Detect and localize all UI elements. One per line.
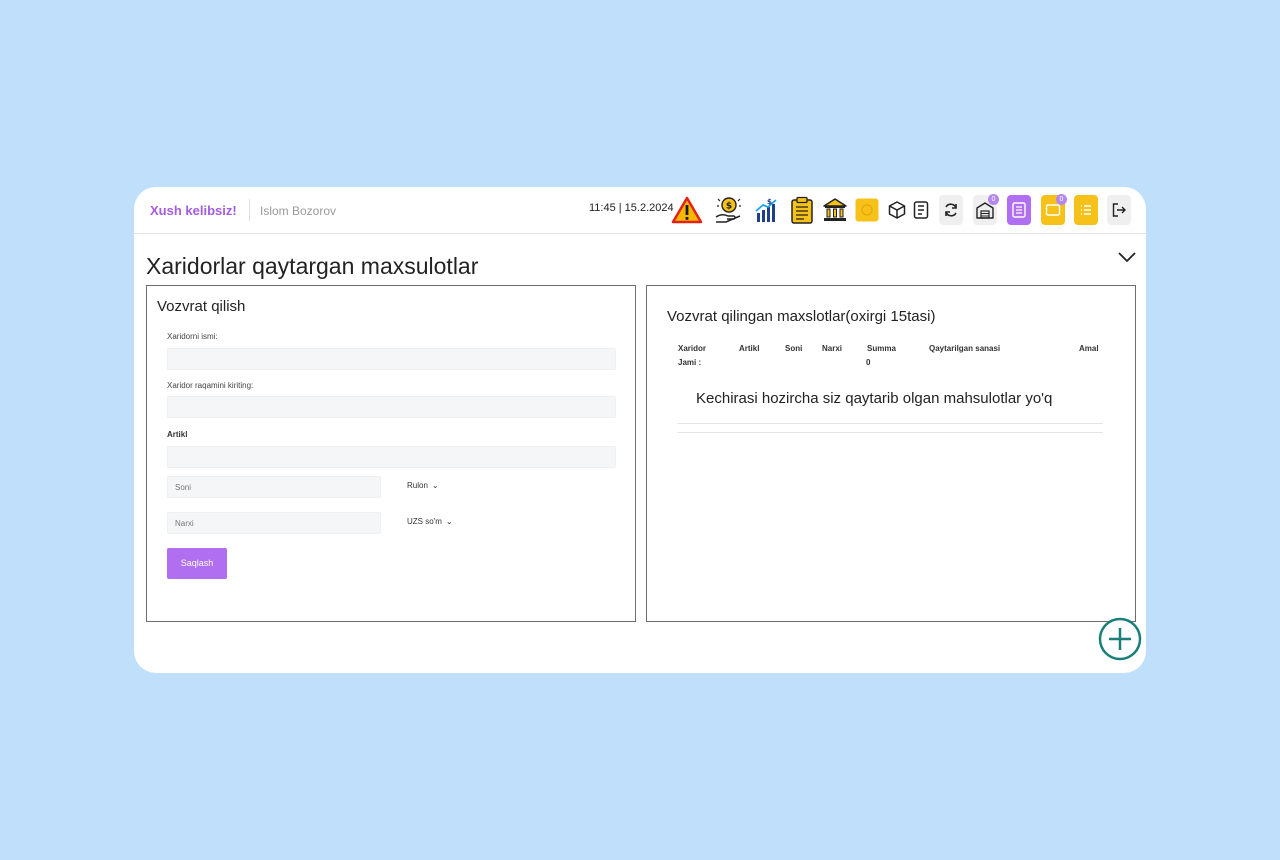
returned-list-title: Vozvrat qilingan maxslotlar(oxirgi 15tas… [667, 308, 936, 325]
refresh-icon[interactable] [939, 195, 963, 225]
customer-name-input[interactable] [167, 348, 616, 370]
form-title: Vozvrat qilish [157, 298, 246, 315]
column-header-quantity: Soni [785, 344, 803, 353]
customer-name-label: Xaridorni ismi: [167, 332, 218, 341]
clipboard-icon[interactable] [788, 195, 816, 225]
warehouse-icon[interactable]: 0 [973, 194, 999, 225]
header-divider [249, 199, 250, 221]
article-input[interactable] [167, 446, 616, 468]
returned-items-panel: Vozvrat qilingan maxslotlar(oxirgi 15tas… [646, 285, 1136, 622]
price-input[interactable]: Narxi [167, 512, 381, 534]
column-header-return-date: Qaytarilgan sanasi [929, 344, 1001, 353]
logout-icon[interactable] [1107, 195, 1131, 225]
datetime-display: 11:45 | 15.2.2024 [589, 202, 674, 214]
warning-icon[interactable] [671, 195, 703, 225]
empty-state-message: Kechirasi hozircha siz qaytarib olgan ma… [696, 390, 1053, 407]
cube-icon[interactable] [886, 195, 908, 225]
folder-icon[interactable]: 0 [1041, 194, 1067, 225]
unit-select[interactable]: Rulon ⌄ [401, 476, 447, 496]
receipt-icon[interactable] [911, 195, 931, 225]
column-header-price: Narxi [822, 344, 843, 353]
currency-select-value: UZS so'm [407, 517, 442, 526]
article-label: Artikl [167, 430, 188, 439]
list-icon[interactable] [1074, 195, 1098, 225]
divider [677, 432, 1103, 433]
welcome-text: Xush kelibsiz! [150, 203, 237, 218]
bank-icon[interactable] [821, 195, 849, 225]
chevron-down-icon: ⌄ [431, 481, 439, 490]
return-form-panel: Vozvrat qilish Xaridorni ismi: Xaridor r… [146, 285, 636, 622]
customer-phone-label: Xaridor raqamini kiriting: [167, 381, 254, 390]
money-hand-icon[interactable]: $ [714, 195, 744, 225]
yellow-package-icon[interactable] [854, 195, 880, 225]
customer-phone-input[interactable] [167, 396, 616, 418]
currency-select[interactable]: UZS so'm ⌄ [401, 512, 462, 532]
top-header: Xush kelibsiz! Islom Bozorov 11:45 | 15.… [134, 187, 1146, 234]
warehouse-badge: 0 [988, 194, 999, 205]
page-title: Xaridorlar qaytargan maxsulotlar [146, 253, 479, 279]
unit-select-value: Rulon [407, 481, 428, 490]
quantity-input[interactable]: Soni [167, 476, 381, 498]
column-header-article: Artikl [739, 344, 760, 353]
user-name: Islom Bozorov [260, 204, 337, 218]
svg-text:$: $ [726, 202, 732, 212]
app-window: Xush kelibsiz! Islom Bozorov 11:45 | 15.… [134, 187, 1146, 673]
folder-badge: 0 [1056, 194, 1067, 205]
column-header-sum: Summa [867, 344, 896, 353]
add-button[interactable] [1098, 617, 1142, 661]
finance-chart-icon[interactable]: $ [754, 195, 780, 225]
chevron-down-icon: ⌄ [445, 517, 453, 526]
svg-text:$: $ [767, 198, 772, 206]
plus-circle-icon [1098, 617, 1142, 661]
save-button[interactable]: Saqlash [167, 548, 227, 579]
chevron-down-icon[interactable] [1117, 250, 1137, 264]
total-value: 0 [866, 358, 871, 367]
divider [677, 423, 1103, 424]
calculator-icon[interactable] [1007, 195, 1031, 225]
column-header-customer: Xaridor [678, 344, 707, 353]
total-label: Jami : [678, 358, 702, 367]
column-header-action: Amal [1079, 344, 1099, 353]
